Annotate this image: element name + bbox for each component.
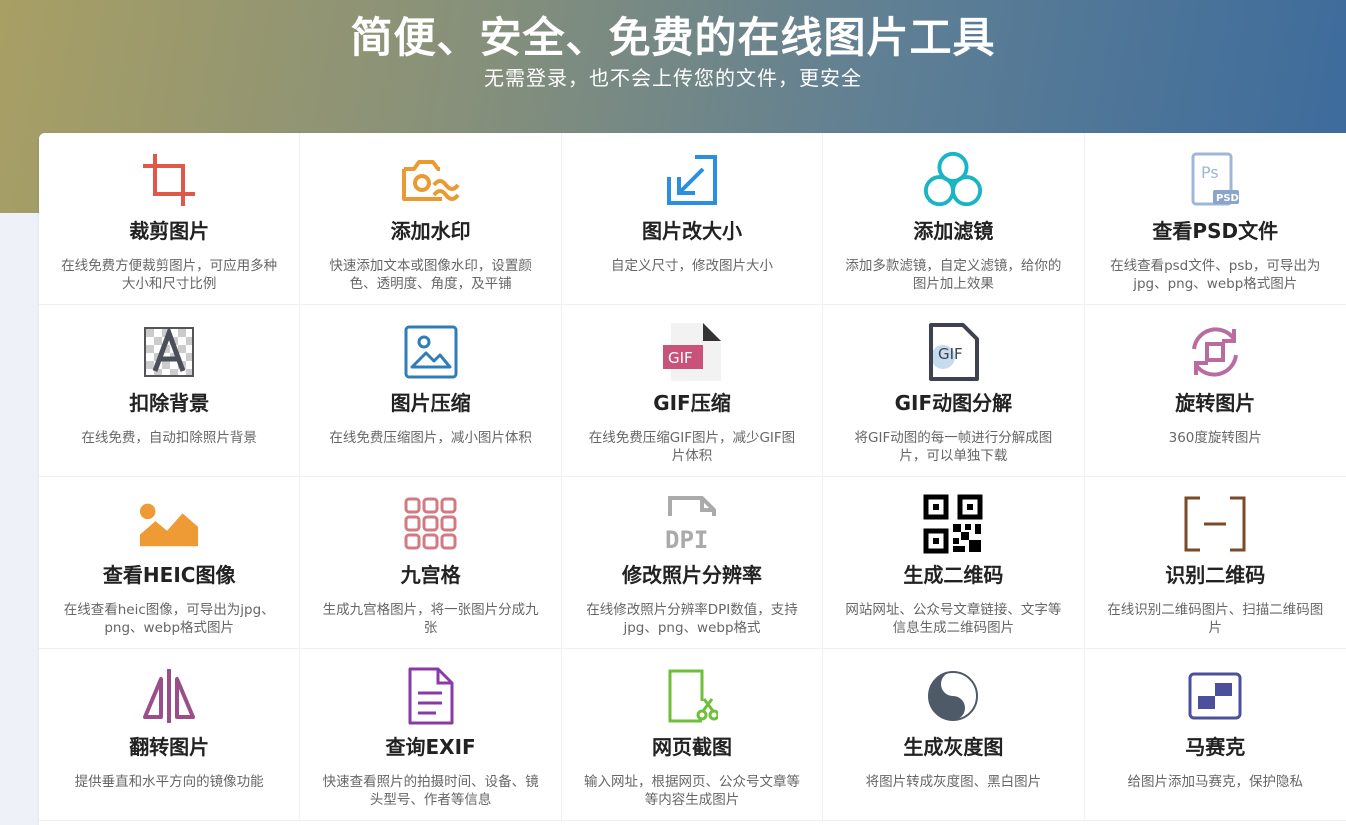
tool-title: 查看HEIC图像	[102, 563, 236, 587]
tool-card-gif-compress[interactable]: GIF GIF压缩 在线免费压缩GIF图片，减少GIF图片体积	[561, 305, 824, 477]
tool-desc: 生成九宫格图片，将一张图片分成九张	[322, 602, 539, 636]
tool-title: 生成二维码	[903, 563, 1004, 587]
tool-card-dpi[interactable]: DPI 修改照片分辨率 在线修改照片分辨率DPI数值，支持jpg、png、web…	[561, 477, 824, 649]
rotate-arrows-icon	[1184, 321, 1246, 383]
tool-card-screenshot[interactable]: 网页截图 输入网址，根据网页、公众号文章等等内容生成图片	[561, 649, 824, 821]
tool-card-watermark[interactable]: 添加水印 快速添加文本或图像水印，设置颜色、透明度、角度，及平铺	[300, 133, 562, 305]
tool-card-resize[interactable]: 图片改大小 自定义尺寸，修改图片大小	[561, 133, 824, 305]
tool-desc: 将GIF动图的每一帧进行分解成图片，可以单独下载	[854, 430, 1053, 464]
tool-card-grayscale[interactable]: 生成灰度图 将图片转成灰度图、黑白图片	[823, 649, 1085, 821]
svg-text:GIF: GIF	[668, 349, 693, 367]
tool-title: 识别二维码	[1165, 563, 1266, 587]
document-lines-icon	[400, 665, 462, 727]
image-frame-icon	[400, 321, 462, 383]
tool-desc: 网站网址、公众号文章链接、文字等信息生成二维码图片	[845, 602, 1062, 636]
tool-card-crop[interactable]: 裁剪图片 在线免费方便裁剪图片，可应用多种大小和尺寸比例	[39, 133, 301, 305]
scissors-page-icon	[661, 665, 723, 727]
tool-desc: 在线修改照片分辨率DPI数值，支持jpg、png、webp格式	[586, 602, 798, 636]
tool-desc: 在线查看psd文件、psb，可导出为jpg、png、webp格式图片	[1110, 258, 1321, 292]
tool-card-compress[interactable]: 图片压缩 在线免费压缩图片，减小图片体积	[300, 305, 562, 477]
tool-card-gif-split[interactable]: GIF GIF动图分解 将GIF动图的每一帧进行分解成图片，可以单独下载	[823, 305, 1085, 477]
tool-title: 查看PSD文件	[1152, 219, 1279, 243]
tool-desc: 自定义尺寸，修改图片大小	[610, 258, 773, 274]
tool-card-remove-bg[interactable]: 扣除背景 在线免费，自动扣除照片背景	[39, 305, 301, 477]
nine-grid-icon	[400, 493, 462, 555]
tool-title: 生成灰度图	[903, 735, 1004, 759]
mosaic-icon	[1184, 665, 1246, 727]
tool-card-flip[interactable]: 翻转图片 提供垂直和水平方向的镜像功能	[39, 649, 301, 821]
scan-bracket-icon	[1184, 493, 1246, 555]
tool-title: 旋转图片	[1175, 391, 1256, 415]
tool-desc: 360度旋转图片	[1168, 430, 1262, 446]
tool-desc: 在线免费方便裁剪图片，可应用多种大小和尺寸比例	[61, 258, 278, 292]
tool-card-qr-scan[interactable]: 识别二维码 在线识别二维码图片、扫描二维码图片	[1084, 477, 1346, 649]
tool-title: 添加滤镜	[913, 219, 994, 243]
tool-desc: 在线免费，自动扣除照片背景	[81, 430, 257, 446]
yin-yang-icon	[922, 665, 984, 727]
svg-text:GIF: GIF	[938, 345, 963, 363]
hero-title: 简便、安全、免费的在线图片工具	[350, 13, 996, 62]
tool-desc: 给图片添加马赛克，保护隐私	[1127, 774, 1304, 790]
psd-file-icon: Ps PSD	[1184, 149, 1246, 211]
tool-title: 九宫格	[400, 563, 461, 587]
tool-card-rotate[interactable]: 旋转图片 360度旋转图片	[1084, 305, 1346, 477]
tool-title: 图片压缩	[390, 391, 471, 415]
tool-card-qr-generate[interactable]: 生成二维码 网站网址、公众号文章链接、文字等信息生成二维码图片	[823, 477, 1085, 649]
svg-text:PSD: PSD	[1216, 193, 1239, 204]
tool-card-nine-grid[interactable]: 九宫格 生成九宫格图片，将一张图片分成九张	[300, 477, 562, 649]
tool-desc: 在线免费压缩GIF图片，减少GIF图片体积	[588, 430, 796, 464]
tool-desc: 提供垂直和水平方向的镜像功能	[74, 774, 264, 790]
tool-title: 马赛克	[1185, 735, 1246, 759]
tool-title: 图片改大小	[641, 219, 742, 243]
dpi-file-icon: DPI	[661, 493, 723, 555]
tool-title: GIF压缩	[653, 391, 731, 415]
tool-desc: 在线识别二维码图片、扫描二维码图片	[1107, 602, 1324, 636]
tool-card-mosaic[interactable]: 马赛克 给图片添加马赛克，保护隐私	[1084, 649, 1346, 821]
tool-desc: 快速查看照片的拍摄时间、设备、镜头型号、作者等信息	[322, 774, 539, 808]
svg-text:Ps: Ps	[1201, 163, 1219, 182]
resize-arrow-icon	[661, 149, 723, 211]
tool-title: 查询EXIF	[385, 735, 476, 759]
tool-card-exif[interactable]: 查询EXIF 快速查看照片的拍摄时间、设备、镜头型号、作者等信息	[300, 649, 562, 821]
tool-desc: 添加多款滤镜，自定义滤镜，给你的图片加上效果	[845, 258, 1062, 292]
svg-text:DPI: DPI	[665, 526, 708, 552]
tool-card-psd[interactable]: Ps PSD 查看PSD文件 在线查看psd文件、psb，可导出为jpg、png、…	[1084, 133, 1346, 305]
tool-desc: 快速添加文本或图像水印，设置颜色、透明度、角度，及平铺	[329, 258, 532, 292]
tool-title: GIF动图分解	[894, 391, 1013, 415]
tools-grid: 裁剪图片 在线免费方便裁剪图片，可应用多种大小和尺寸比例 添加水印 快速添加文本…	[39, 133, 1346, 825]
tool-card-filter[interactable]: 添加滤镜 添加多款滤镜，自定义滤镜，给你的图片加上效果	[823, 133, 1085, 305]
crop-icon	[138, 149, 200, 211]
tool-title: 修改照片分辨率	[621, 563, 762, 587]
camera-watermark-icon	[400, 149, 462, 211]
tool-desc: 在线查看heic图像，可导出为jpg、png、webp格式图片	[63, 602, 275, 636]
gif-file-icon: GIF	[661, 321, 723, 383]
three-circles-filter-icon	[922, 149, 984, 211]
tool-title: 网页截图	[651, 735, 732, 759]
tool-card-heic[interactable]: 查看HEIC图像 在线查看heic图像，可导出为jpg、png、webp格式图片	[39, 477, 301, 649]
hero-subtitle: 无需登录，也不会上传您的文件，更安全	[484, 66, 862, 90]
tool-desc: 输入网址，根据网页、公众号文章等等内容生成图片	[583, 774, 800, 808]
landscape-sun-icon	[138, 493, 200, 555]
mirror-flip-icon	[138, 665, 200, 727]
tool-desc: 在线免费压缩图片，减小图片体积	[329, 430, 532, 446]
letter-a-transparent-icon	[138, 321, 200, 383]
tool-title: 翻转图片	[129, 735, 210, 759]
tool-title: 裁剪图片	[129, 219, 210, 243]
gif-document-icon: GIF	[922, 321, 984, 383]
tool-title: 扣除背景	[129, 391, 210, 415]
qr-code-icon	[922, 493, 984, 555]
tool-title: 添加水印	[390, 219, 471, 243]
tool-desc: 将图片转成灰度图、黑白图片	[865, 774, 1042, 790]
